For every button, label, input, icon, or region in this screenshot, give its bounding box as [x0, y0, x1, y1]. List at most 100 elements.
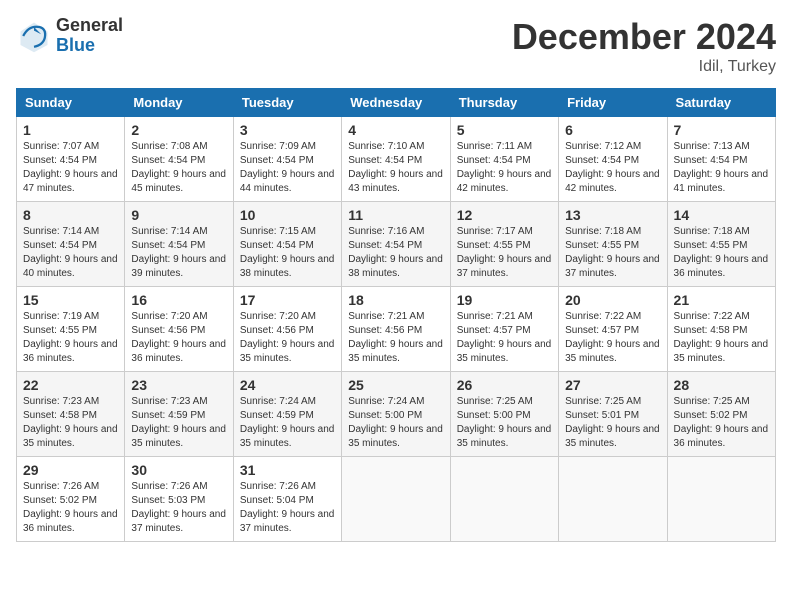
sunrise-text: Sunrise: 7:13 AM	[674, 141, 750, 152]
sunrise-text: Sunrise: 7:20 AM	[131, 311, 207, 322]
sunrise-text: Sunrise: 7:23 AM	[131, 396, 207, 407]
table-row: 23 Sunrise: 7:23 AM Sunset: 4:59 PM Dayl…	[125, 372, 233, 457]
cell-info: Sunrise: 7:14 AM Sunset: 4:54 PM Dayligh…	[131, 225, 226, 281]
daylight-text: Daylight: 9 hours and 38 minutes.	[240, 254, 335, 279]
table-row: 31 Sunrise: 7:26 AM Sunset: 5:04 PM Dayl…	[233, 457, 341, 542]
day-number: 3	[240, 122, 335, 138]
cell-info: Sunrise: 7:16 AM Sunset: 4:54 PM Dayligh…	[348, 225, 443, 281]
table-row: 9 Sunrise: 7:14 AM Sunset: 4:54 PM Dayli…	[125, 202, 233, 287]
daylight-text: Daylight: 9 hours and 35 minutes.	[457, 424, 552, 449]
logo: General Blue	[16, 16, 123, 56]
header-tuesday: Tuesday	[233, 89, 341, 117]
cell-info: Sunrise: 7:21 AM Sunset: 4:56 PM Dayligh…	[348, 310, 443, 366]
day-number: 30	[131, 462, 226, 478]
calendar-week-row: 29 Sunrise: 7:26 AM Sunset: 5:02 PM Dayl…	[17, 457, 776, 542]
table-row: 26 Sunrise: 7:25 AM Sunset: 5:00 PM Dayl…	[450, 372, 558, 457]
cell-info: Sunrise: 7:20 AM Sunset: 4:56 PM Dayligh…	[240, 310, 335, 366]
page-header: General Blue December 2024 Idil, Turkey	[16, 16, 776, 76]
calendar-week-row: 22 Sunrise: 7:23 AM Sunset: 4:58 PM Dayl…	[17, 372, 776, 457]
cell-info: Sunrise: 7:24 AM Sunset: 5:00 PM Dayligh…	[348, 395, 443, 451]
cell-info: Sunrise: 7:25 AM Sunset: 5:01 PM Dayligh…	[565, 395, 660, 451]
cell-info: Sunrise: 7:19 AM Sunset: 4:55 PM Dayligh…	[23, 310, 118, 366]
day-number: 29	[23, 462, 118, 478]
sunrise-text: Sunrise: 7:22 AM	[565, 311, 641, 322]
daylight-text: Daylight: 9 hours and 44 minutes.	[240, 169, 335, 194]
sunrise-text: Sunrise: 7:16 AM	[348, 226, 424, 237]
daylight-text: Daylight: 9 hours and 36 minutes.	[674, 424, 769, 449]
sunset-text: Sunset: 4:54 PM	[348, 155, 422, 166]
sunrise-text: Sunrise: 7:26 AM	[23, 481, 99, 492]
cell-info: Sunrise: 7:21 AM Sunset: 4:57 PM Dayligh…	[457, 310, 552, 366]
sunrise-text: Sunrise: 7:09 AM	[240, 141, 316, 152]
table-row: 24 Sunrise: 7:24 AM Sunset: 4:59 PM Dayl…	[233, 372, 341, 457]
sunset-text: Sunset: 4:54 PM	[131, 155, 205, 166]
sunrise-text: Sunrise: 7:12 AM	[565, 141, 641, 152]
sunset-text: Sunset: 5:00 PM	[348, 410, 422, 421]
day-number: 23	[131, 377, 226, 393]
table-row: 29 Sunrise: 7:26 AM Sunset: 5:02 PM Dayl…	[17, 457, 125, 542]
cell-info: Sunrise: 7:13 AM Sunset: 4:54 PM Dayligh…	[674, 140, 769, 196]
sunset-text: Sunset: 4:54 PM	[457, 155, 531, 166]
sunrise-text: Sunrise: 7:18 AM	[674, 226, 750, 237]
cell-info: Sunrise: 7:22 AM Sunset: 4:58 PM Dayligh…	[674, 310, 769, 366]
day-number: 12	[457, 207, 552, 223]
table-row: 3 Sunrise: 7:09 AM Sunset: 4:54 PM Dayli…	[233, 117, 341, 202]
month-title: December 2024	[512, 16, 776, 58]
sunset-text: Sunset: 4:57 PM	[457, 325, 531, 336]
table-row: 8 Sunrise: 7:14 AM Sunset: 4:54 PM Dayli…	[17, 202, 125, 287]
day-number: 11	[348, 207, 443, 223]
table-row: 16 Sunrise: 7:20 AM Sunset: 4:56 PM Dayl…	[125, 287, 233, 372]
day-number: 5	[457, 122, 552, 138]
day-number: 16	[131, 292, 226, 308]
cell-info: Sunrise: 7:08 AM Sunset: 4:54 PM Dayligh…	[131, 140, 226, 196]
sunset-text: Sunset: 4:54 PM	[348, 240, 422, 251]
header-friday: Friday	[559, 89, 667, 117]
sunrise-text: Sunrise: 7:25 AM	[457, 396, 533, 407]
daylight-text: Daylight: 9 hours and 47 minutes.	[23, 169, 118, 194]
table-row: 19 Sunrise: 7:21 AM Sunset: 4:57 PM Dayl…	[450, 287, 558, 372]
sunrise-text: Sunrise: 7:19 AM	[23, 311, 99, 322]
day-number: 15	[23, 292, 118, 308]
table-row: 14 Sunrise: 7:18 AM Sunset: 4:55 PM Dayl…	[667, 202, 775, 287]
logo-general-text: General	[56, 16, 123, 36]
daylight-text: Daylight: 9 hours and 36 minutes.	[23, 339, 118, 364]
calendar-week-row: 1 Sunrise: 7:07 AM Sunset: 4:54 PM Dayli…	[17, 117, 776, 202]
sunset-text: Sunset: 5:00 PM	[457, 410, 531, 421]
sunrise-text: Sunrise: 7:25 AM	[565, 396, 641, 407]
cell-info: Sunrise: 7:23 AM Sunset: 4:59 PM Dayligh…	[131, 395, 226, 451]
day-number: 13	[565, 207, 660, 223]
day-number: 18	[348, 292, 443, 308]
title-section: December 2024 Idil, Turkey	[512, 16, 776, 76]
sunrise-text: Sunrise: 7:23 AM	[23, 396, 99, 407]
sunrise-text: Sunrise: 7:24 AM	[348, 396, 424, 407]
daylight-text: Daylight: 9 hours and 42 minutes.	[565, 169, 660, 194]
sunrise-text: Sunrise: 7:18 AM	[565, 226, 641, 237]
day-number: 7	[674, 122, 769, 138]
daylight-text: Daylight: 9 hours and 37 minutes.	[240, 509, 335, 534]
calendar-week-row: 15 Sunrise: 7:19 AM Sunset: 4:55 PM Dayl…	[17, 287, 776, 372]
header-thursday: Thursday	[450, 89, 558, 117]
daylight-text: Daylight: 9 hours and 42 minutes.	[457, 169, 552, 194]
logo-text: General Blue	[56, 16, 123, 56]
sunrise-text: Sunrise: 7:20 AM	[240, 311, 316, 322]
sunset-text: Sunset: 4:55 PM	[457, 240, 531, 251]
day-number: 21	[674, 292, 769, 308]
sunrise-text: Sunrise: 7:26 AM	[131, 481, 207, 492]
table-row: 28 Sunrise: 7:25 AM Sunset: 5:02 PM Dayl…	[667, 372, 775, 457]
sunset-text: Sunset: 4:54 PM	[240, 240, 314, 251]
day-number: 4	[348, 122, 443, 138]
sunset-text: Sunset: 4:54 PM	[240, 155, 314, 166]
table-row	[559, 457, 667, 542]
daylight-text: Daylight: 9 hours and 36 minutes.	[23, 509, 118, 534]
table-row: 27 Sunrise: 7:25 AM Sunset: 5:01 PM Dayl…	[559, 372, 667, 457]
sunset-text: Sunset: 5:03 PM	[131, 495, 205, 506]
cell-info: Sunrise: 7:25 AM Sunset: 5:00 PM Dayligh…	[457, 395, 552, 451]
sunset-text: Sunset: 4:55 PM	[23, 325, 97, 336]
sunrise-text: Sunrise: 7:17 AM	[457, 226, 533, 237]
cell-info: Sunrise: 7:24 AM Sunset: 4:59 PM Dayligh…	[240, 395, 335, 451]
table-row: 11 Sunrise: 7:16 AM Sunset: 4:54 PM Dayl…	[342, 202, 450, 287]
daylight-text: Daylight: 9 hours and 41 minutes.	[674, 169, 769, 194]
cell-info: Sunrise: 7:22 AM Sunset: 4:57 PM Dayligh…	[565, 310, 660, 366]
table-row	[450, 457, 558, 542]
table-row: 12 Sunrise: 7:17 AM Sunset: 4:55 PM Dayl…	[450, 202, 558, 287]
